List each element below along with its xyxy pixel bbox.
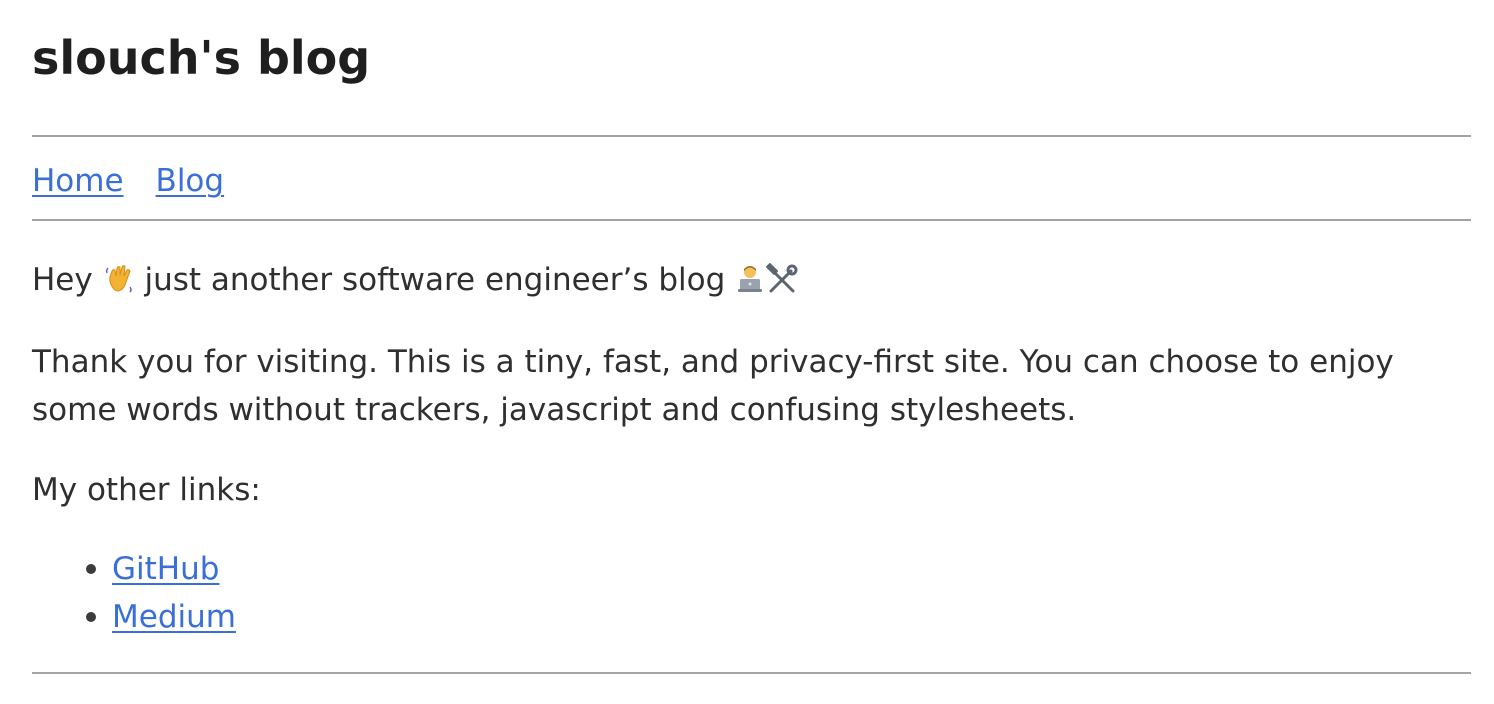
other-links-list: GitHub Medium (78, 545, 236, 641)
about-paragraph-line-2: some words without trackers, javascript … (32, 392, 1077, 428)
site-title: slouch's blog (32, 31, 371, 85)
bullet-icon (86, 564, 96, 574)
bullet-icon (86, 612, 96, 622)
footer-divider (32, 672, 1471, 674)
list-item: Medium (78, 593, 236, 641)
main-nav: Home Blog (32, 160, 224, 202)
list-item: GitHub (78, 545, 236, 593)
nav-link-blog[interactable]: Blog (156, 160, 225, 202)
intro-prefix: Hey (32, 262, 93, 298)
intro-line: Hey just another software engineer’s blo… (32, 256, 799, 304)
technologist-icon (738, 266, 763, 292)
hammer-and-wrench-icon (766, 263, 798, 293)
medium-link[interactable]: Medium (112, 593, 236, 641)
waving-hand-icon (105, 265, 132, 293)
nav-link-home[interactable]: Home (32, 160, 124, 202)
header-divider (32, 135, 1471, 137)
nav-divider (32, 219, 1471, 221)
about-paragraph-line-1: Thank you for visiting. This is a tiny, … (32, 344, 1394, 380)
technologist-and-tools-icons (738, 263, 798, 293)
github-link[interactable]: GitHub (112, 545, 219, 593)
intro-text: just another software engineer’s blog (144, 262, 726, 298)
other-links-label: My other links: (32, 472, 261, 508)
page: slouch's blog Home Blog Hey just another… (0, 0, 1494, 704)
